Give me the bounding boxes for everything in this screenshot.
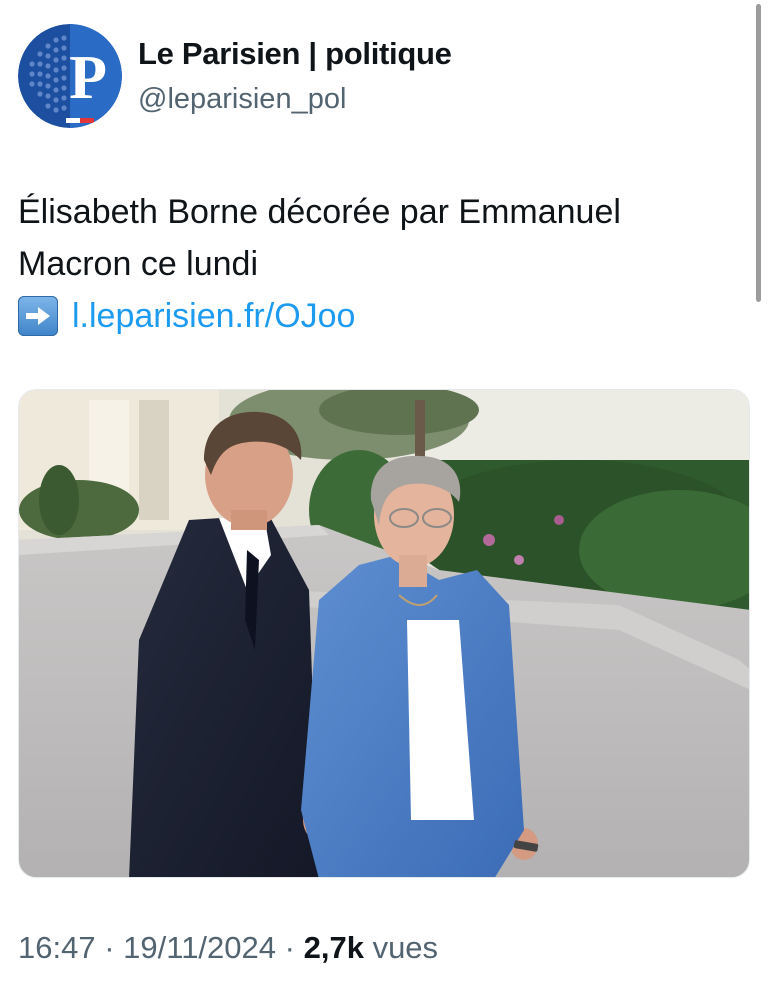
avatar-letter: P xyxy=(69,44,107,112)
tweet-link-row: l.leparisien.fr/OJoo xyxy=(18,290,738,342)
tweet-date[interactable]: 19/11/2024 xyxy=(123,930,276,965)
account-avatar[interactable]: P xyxy=(18,24,122,128)
meta-separator: · xyxy=(104,930,115,965)
meta-separator: · xyxy=(284,930,295,965)
tweet-photo[interactable] xyxy=(18,389,750,878)
tweet-time[interactable]: 16:47 xyxy=(18,930,96,965)
scrollbar[interactable] xyxy=(756,4,761,302)
display-name[interactable]: Le Parisien | politique xyxy=(138,34,452,74)
photo-image xyxy=(19,390,749,877)
tweet-meta: 16:47 · 19/11/2024 · 2,7k vues xyxy=(18,926,438,970)
view-label: vues xyxy=(372,930,439,965)
account-handle[interactable]: @leparisien_pol xyxy=(138,80,452,118)
tweet-text-line: Macron ce lundi xyxy=(18,245,259,283)
author-block: Le Parisien | politique @leparisien_pol xyxy=(138,34,452,118)
tweet-text-line: Élisabeth Borne décorée par Emmanuel xyxy=(18,193,621,231)
le-parisien-logo-icon: P xyxy=(18,24,122,128)
right-arrow-icon xyxy=(18,296,58,336)
tweet-link[interactable]: l.leparisien.fr/OJoo xyxy=(72,290,355,342)
tweet-text: Élisabeth Borne décorée par Emmanuel Mac… xyxy=(18,186,738,342)
view-count[interactable]: 2,7k xyxy=(304,930,364,965)
